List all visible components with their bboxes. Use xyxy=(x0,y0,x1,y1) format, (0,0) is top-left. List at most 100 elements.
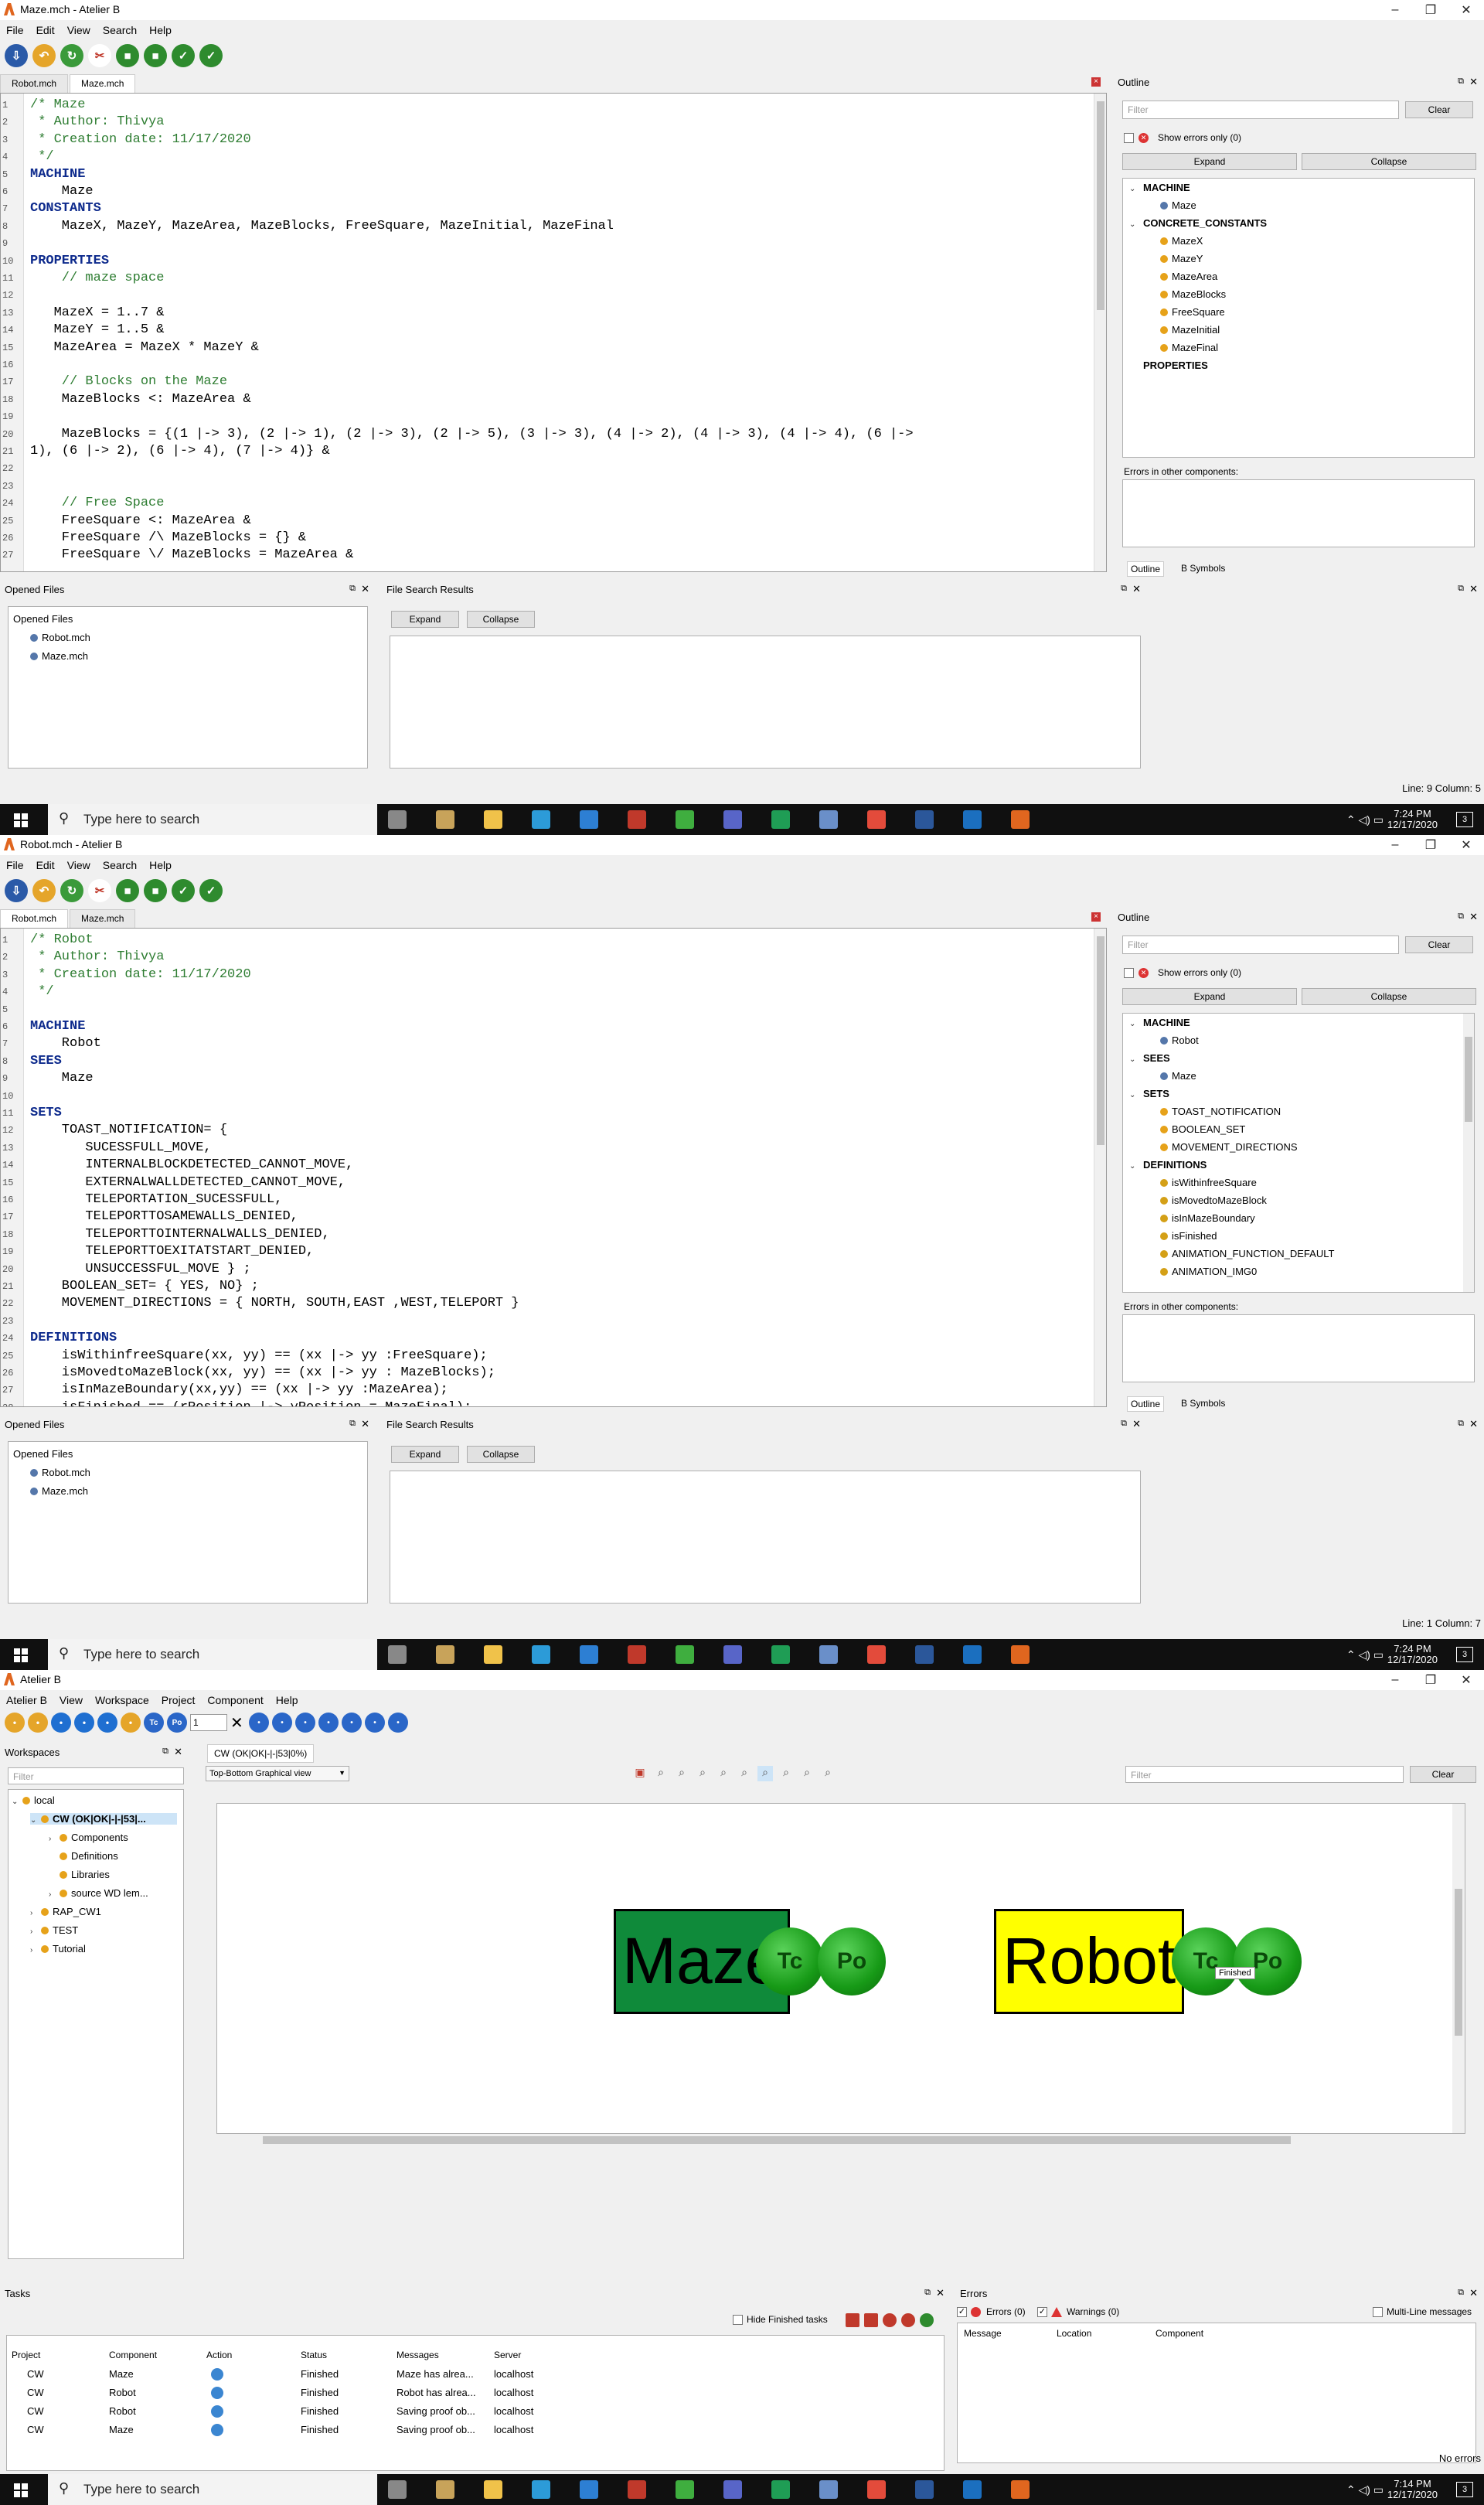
close-editor-icon[interactable]: × xyxy=(1091,912,1101,922)
outline-item[interactable]: ⌄ SEES xyxy=(1129,1052,1170,1064)
typecheck-status-icon[interactable]: Tc xyxy=(756,1927,824,1995)
po-icon[interactable]: Po xyxy=(167,1713,187,1733)
atelier-b-taskbar-icon[interactable] xyxy=(1011,1645,1030,1664)
outline-item[interactable]: ANIMATION_FUNCTION_DEFAULT xyxy=(1160,1248,1334,1259)
code-editor[interactable]: 1/* Maze 2 * Author: Thivya 3 * Creation d… xyxy=(0,93,1107,572)
chrome-icon[interactable] xyxy=(867,1645,886,1664)
menu-item[interactable]: View xyxy=(61,22,97,37)
expand-arrow-icon[interactable]: ⌄ xyxy=(30,1816,38,1825)
close-button[interactable]: ✕ xyxy=(1448,0,1484,20)
errors-filter-checkbox[interactable]: ✓ xyxy=(957,2307,967,2317)
close-panel-icon[interactable]: ✕ xyxy=(1469,911,1478,923)
store-icon[interactable] xyxy=(436,1645,454,1664)
task-row[interactable]: CW Robot Finished Saving proof ob... localho… xyxy=(7,2405,934,2424)
float-panel-icon[interactable]: ⧉ xyxy=(162,1747,168,1757)
zoom-out-icon[interactable]: ⌕ xyxy=(737,1766,752,1781)
prover-action-icon[interactable]: • xyxy=(272,1713,292,1733)
store-icon[interactable] xyxy=(436,2480,454,2499)
prover-action-icon[interactable]: • xyxy=(249,1713,269,1733)
prover-action-icon[interactable]: • xyxy=(295,1713,315,1733)
connect-icon[interactable]: • xyxy=(51,1713,71,1733)
zoom-fit-icon[interactable]: ⌕ xyxy=(695,1766,710,1781)
menu-item[interactable]: Project xyxy=(155,1692,202,1707)
opened-file-item[interactable]: Maze.mch xyxy=(30,650,88,662)
menu-item[interactable]: Search xyxy=(97,857,143,872)
taskbar-search-box[interactable]: ⚲ Type here to search xyxy=(48,804,377,835)
stop-task-icon[interactable] xyxy=(883,2313,897,2327)
close-editor-icon[interactable]: × xyxy=(1091,77,1101,87)
errors-column-header[interactable]: Component xyxy=(1156,2328,1203,2339)
outline-item[interactable]: MazeInitial xyxy=(1160,324,1220,336)
expand-arrow-icon[interactable]: ⌄ xyxy=(1129,185,1137,193)
minimize-button[interactable]: – xyxy=(1377,835,1413,855)
app-dark-icon[interactable] xyxy=(963,2480,982,2499)
tc-icon[interactable]: Tc xyxy=(144,1713,164,1733)
close-panel-icon[interactable]: ✕ xyxy=(1469,1418,1478,1430)
close-panel-icon[interactable]: ✕ xyxy=(174,1746,182,1758)
chrome-icon[interactable] xyxy=(867,2480,886,2499)
tab-project-view[interactable]: CW (OK|OK|-|-|53|0%) xyxy=(207,1744,315,1763)
outline-expand-button[interactable]: Expand xyxy=(1122,988,1297,1005)
windows-start-icon[interactable] xyxy=(14,2483,28,2497)
outline-item[interactable]: ⌄ MACHINE xyxy=(1129,182,1190,193)
tasks-column-header[interactable]: Action xyxy=(206,2350,232,2360)
system-tray-icons[interactable]: ⌃ ◁) ▭ xyxy=(1346,2483,1384,2496)
app-dark-icon[interactable] xyxy=(963,810,982,829)
task-view-icon[interactable] xyxy=(388,810,407,829)
workspace-tree-item[interactable]: ⌄ CW (OK|OK|-|-|53|... xyxy=(30,1813,177,1825)
word-icon[interactable] xyxy=(915,810,934,829)
maximize-button[interactable]: ❐ xyxy=(1413,1670,1448,1690)
close-panel-icon[interactable]: ✕ xyxy=(1469,583,1478,595)
torrent-icon[interactable] xyxy=(676,2480,694,2499)
cancel-icon[interactable]: ✕ xyxy=(230,1713,246,1733)
expand-arrow-icon[interactable]: ⌄ xyxy=(1129,1091,1137,1099)
outline-item[interactable]: ⌄ DEFINITIONS xyxy=(1129,1159,1207,1171)
taskbar-search-box[interactable]: ⚲ Type here to search xyxy=(48,1639,377,1670)
cut-icon[interactable]: ✂ xyxy=(88,879,111,902)
opened-file-item[interactable]: Maze.mch xyxy=(30,1485,88,1497)
system-tray-icons[interactable]: ⌃ ◁) ▭ xyxy=(1346,813,1384,826)
stop-all-icon[interactable]: ■ xyxy=(144,44,167,67)
workspace-tree-item[interactable]: › source WD lem... xyxy=(49,1887,148,1899)
close-button[interactable]: ✕ xyxy=(1448,1670,1484,1690)
torrent-icon[interactable] xyxy=(676,1645,694,1664)
outline-item[interactable]: isInMazeBoundary xyxy=(1160,1212,1255,1224)
cut-icon[interactable]: ✂ xyxy=(88,44,111,67)
edge-icon[interactable] xyxy=(532,1645,550,1664)
outline-tree[interactable]: ⌄ MACHINE Robot ⌄ SEES Maze ⌄ SETS TOAST_NOTIFIC… xyxy=(1122,1013,1475,1293)
graph-hscroll-thumb[interactable] xyxy=(263,2136,1291,2144)
outline-item[interactable]: MazeBlocks xyxy=(1160,288,1226,300)
mail-icon[interactable] xyxy=(580,810,598,829)
outline-bottom-tab[interactable]: Outline xyxy=(1127,1396,1165,1412)
menu-item[interactable]: Help xyxy=(270,1692,305,1707)
menu-item[interactable]: View xyxy=(53,1692,89,1707)
layout-icon[interactable]: ⌕ xyxy=(820,1766,836,1781)
show-errors-checkbox[interactable] xyxy=(1124,968,1134,978)
outline-item[interactable]: FreeSquare xyxy=(1160,306,1225,318)
file-explorer-icon[interactable] xyxy=(484,1645,502,1664)
editor-scrollbar[interactable] xyxy=(1094,94,1106,571)
print-icon[interactable]: ⌕ xyxy=(799,1766,815,1781)
editor-scrollbar[interactable] xyxy=(1094,929,1106,1406)
menu-item[interactable]: Atelier B xyxy=(0,1692,53,1707)
outline-item[interactable]: isFinished xyxy=(1160,1230,1217,1242)
outline-filter-input[interactable]: Filter xyxy=(1122,936,1399,954)
excel-like-icon[interactable] xyxy=(771,1645,790,1664)
app-blue-icon[interactable] xyxy=(819,810,838,829)
search-expand-button[interactable]: Expand xyxy=(391,611,459,628)
workspace-tree-item[interactable]: Definitions xyxy=(49,1850,118,1862)
opened-file-item[interactable]: Robot.mch xyxy=(30,1467,90,1478)
stop-icon[interactable]: ■ xyxy=(116,879,139,902)
check-all-icon[interactable]: ✓ xyxy=(199,879,223,902)
task-view-icon[interactable] xyxy=(388,2480,407,2499)
float-panel-icon[interactable]: ⧉ xyxy=(1458,1419,1464,1429)
hide-finished-checkbox[interactable] xyxy=(733,2315,743,2325)
app-red-icon[interactable] xyxy=(628,810,646,829)
expand-arrow-icon[interactable]: ⌄ xyxy=(12,1798,19,1806)
check-icon[interactable]: ✓ xyxy=(172,44,195,67)
check-all-icon[interactable]: ✓ xyxy=(199,44,223,67)
close-panel-icon[interactable]: ✕ xyxy=(1469,76,1478,88)
float-panel-icon[interactable]: ⧉ xyxy=(1458,2288,1464,2298)
workspace-tree-item[interactable]: › Components xyxy=(49,1832,128,1843)
prover-action-icon[interactable]: • xyxy=(318,1713,339,1733)
